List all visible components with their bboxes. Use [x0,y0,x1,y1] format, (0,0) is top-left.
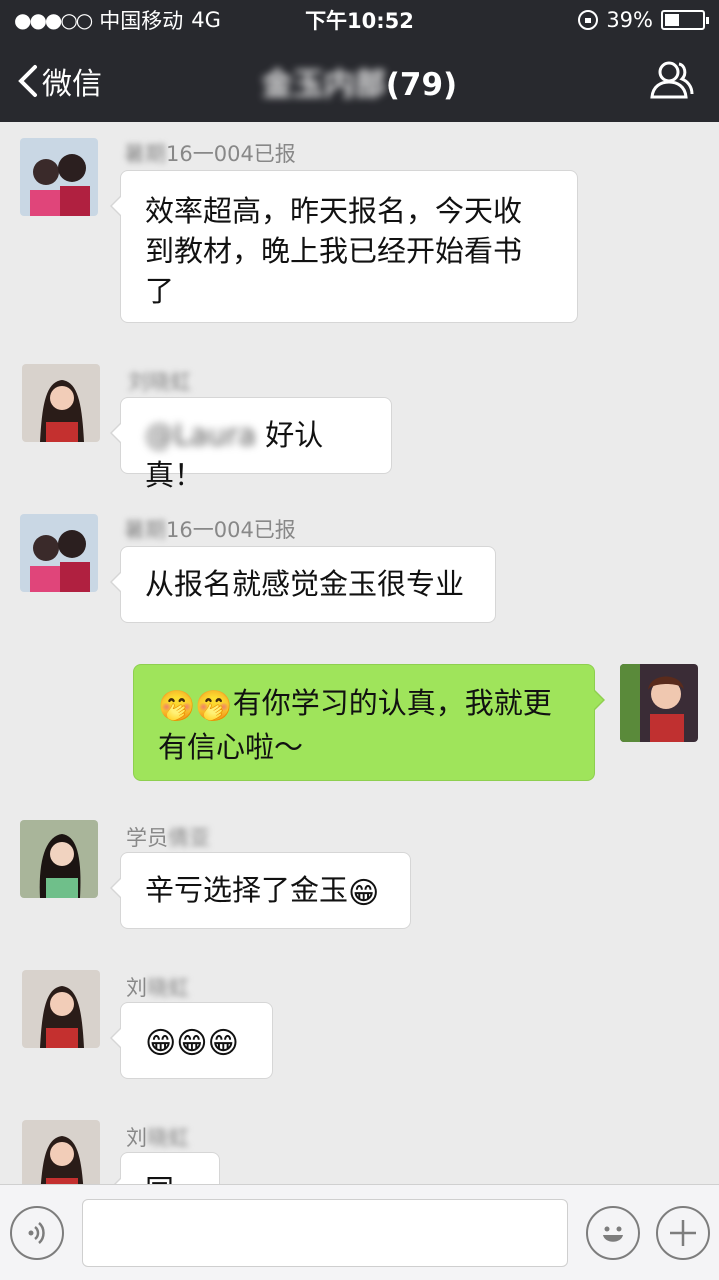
back-button[interactable]: 微信 [0,59,102,103]
signal-dots-icon: ●●●○○ [14,8,93,32]
more-button[interactable] [656,1206,710,1260]
my-avatar[interactable] [620,664,698,742]
input-bar [0,1184,719,1280]
avatar-photo [22,364,100,442]
avatar[interactable] [22,364,100,442]
group-members-icon [650,61,694,99]
rotation-lock-icon [578,10,599,30]
avatar[interactable] [22,1120,100,1184]
network-label: 4G [191,8,221,32]
message-line: 了 [145,274,175,308]
shy-emoji-icon: 🤭 [158,689,196,724]
battery-percent: 39% [606,8,653,32]
message-input[interactable] [82,1199,568,1267]
grin-emoji-icon: 😁 [145,1026,177,1061]
shy-emoji-icon: 🤭 [195,689,233,724]
mention-blurred: @Laura [145,418,257,452]
sender-name: 学员倩亚 [126,826,210,850]
avatar[interactable] [20,820,98,898]
member-count: (79) [385,66,458,103]
status-bar: ●●●○○ 中国移动 4G 下午10:52 39% [0,0,719,40]
grin-emoji-icon: 😁 [348,876,380,911]
avatar-photo [620,664,698,742]
chat-title: 金玉内部(79) [0,59,719,104]
avatar[interactable] [20,138,98,216]
grin-emoji-icon: 😁 [176,1026,208,1061]
battery-fill [665,14,680,26]
outgoing-message-bubble[interactable]: 🤭🤭有你学习的认真，我就更 有信心啦～ [133,664,605,781]
avatar[interactable] [20,514,98,592]
message-line: 🤭🤭有你学习的认真，我就更 [158,683,570,727]
sender-name: 刘晓虹 [126,1126,189,1150]
avatar-photo [20,820,98,898]
plus-icon [670,1220,696,1246]
message-text: 从报名就感觉金玉很专业 [145,567,465,601]
battery-icon [661,10,709,30]
grin-emoji-icon: 😁 [207,1026,239,1061]
message-text: 辛亏选择了金玉 [145,873,349,907]
chat-title-blurred: 金玉内部 [261,66,386,103]
chat-area[interactable]: 暑期16一004已报 效率超高，昨天报名，今天收 到教材，晚上我已经开始看书 了… [0,122,719,1184]
message-bubble[interactable]: 从报名就感觉金玉很专业 [110,546,496,623]
avatar-photo [20,138,98,216]
message-text: 同感 [145,1173,174,1184]
sender-name: 刘晓虹 [128,370,191,394]
voice-button[interactable] [10,1206,64,1260]
group-info-button[interactable] [649,60,695,100]
sender-name: 刘晓虹 [126,976,189,1000]
back-label: 微信 [42,67,102,102]
message-line: 有信心啦～ [158,730,304,764]
avatar[interactable] [22,970,100,1048]
message-bubble[interactable]: 辛亏选择了金玉😁 [110,852,411,929]
sender-name: 暑期16一004已报 [124,142,296,166]
avatar-photo [20,514,98,592]
avatar-photo [22,1120,100,1184]
sender-name: 暑期16一004已报 [124,518,296,542]
nav-bar: 微信 金玉内部(79) [0,40,719,122]
chevron-left-icon [18,65,37,97]
voice-icon [28,1222,45,1244]
message-line: 效率超高，昨天报名，今天收 [145,194,523,228]
emoji-button[interactable] [586,1206,640,1260]
message-bubble[interactable]: 😁😁😁 [110,1002,273,1079]
avatar-photo [22,970,100,1048]
message-bubble[interactable]: 效率超高，昨天报名，今天收 到教材，晚上我已经开始看书 了 [110,170,578,323]
emoji-icon [603,1226,623,1242]
message-bubble[interactable]: @Laura 好认真！ [110,397,392,492]
message-line: 到教材，晚上我已经开始看书 [145,234,523,268]
carrier-label: 中国移动 [99,9,184,33]
message-bubble[interactable]: 同感 [110,1152,220,1184]
top-bar: ●●●○○ 中国移动 4G 下午10:52 39% 微信 金玉内部(79) [0,0,719,122]
